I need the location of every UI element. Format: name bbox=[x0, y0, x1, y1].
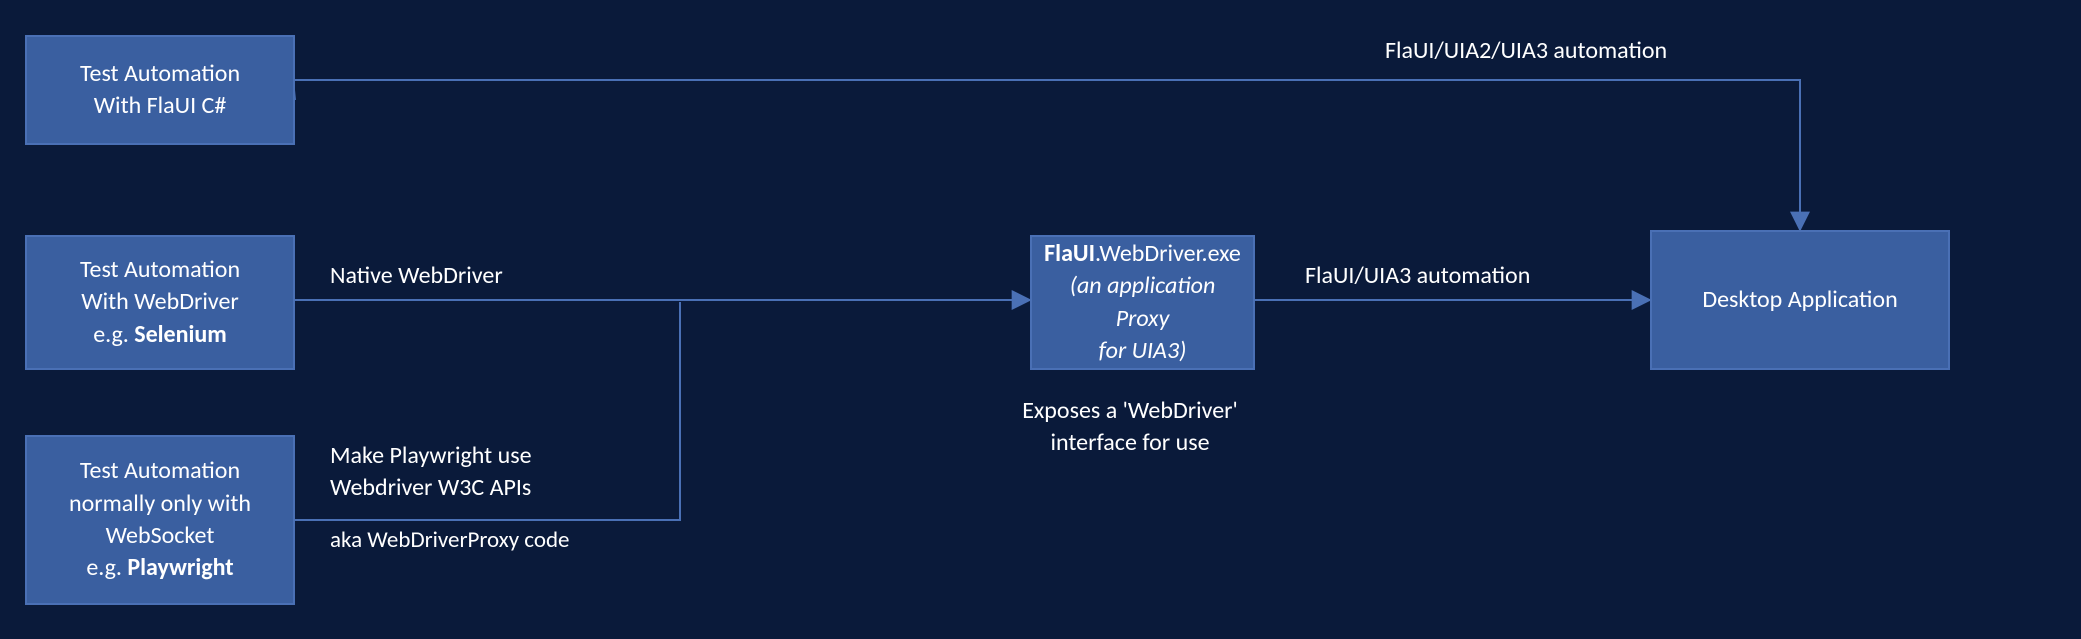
box-proxy-line3: for UIA3) bbox=[1099, 336, 1187, 365]
box-proxy-line2: (an application Proxy bbox=[1070, 271, 1216, 332]
box-proxy-line1-rest: .WebDriver.exe bbox=[1095, 239, 1241, 268]
box-flaui-csharp: Test Automation With FlaUI C# bbox=[25, 35, 295, 145]
box-desktop-app: Desktop Application bbox=[1650, 230, 1950, 370]
box-playwright-line3: WebSocket bbox=[106, 521, 215, 550]
label-pw-line2: Webdriver W3C APIs bbox=[330, 473, 531, 502]
box-playwright: Test Automation normally only with WebSo… bbox=[25, 435, 295, 605]
box-selenium-line3-bold: Selenium bbox=[134, 320, 227, 349]
label-right-edge: FlaUI/UIA3 automation bbox=[1305, 260, 1530, 292]
box-flaui-line2: With FlaUI C# bbox=[94, 91, 227, 120]
label-wdproxy-sub: aka WebDriverProxy code bbox=[330, 525, 570, 556]
box-playwright-line1: Test Automation bbox=[80, 456, 240, 485]
label-exposes-line2: interface for use bbox=[1050, 428, 1209, 457]
box-playwright-line4-bold: Playwright bbox=[127, 553, 233, 582]
box-selenium-line2: With WebDriver bbox=[81, 287, 239, 316]
box-proxy: FlaUI.WebDriver.exe (an application Prox… bbox=[1030, 235, 1255, 370]
box-selenium: Test Automation With WebDriver e.g. Sele… bbox=[25, 235, 295, 370]
label-native-webdriver: Native WebDriver bbox=[330, 260, 503, 292]
box-playwright-line2: normally only with bbox=[69, 489, 251, 518]
box-proxy-line1-bold: FlaUI bbox=[1044, 239, 1095, 268]
box-playwright-line4-prefix: e.g. bbox=[86, 553, 127, 582]
label-pw-line1: Make Playwright use bbox=[330, 441, 532, 470]
box-desktop-text: Desktop Application bbox=[1702, 285, 1897, 314]
label-exposes: Exposes a 'WebDriver' interface for use bbox=[930, 395, 1330, 460]
label-top-edge: FlaUI/UIA2/UIA3 automation bbox=[1385, 35, 1667, 67]
box-flaui-line1: Test Automation bbox=[80, 59, 240, 88]
label-playwright-path: Make Playwright use Webdriver W3C APIs bbox=[330, 440, 532, 505]
box-selenium-line1: Test Automation bbox=[80, 255, 240, 284]
box-selenium-line3-prefix: e.g. bbox=[93, 320, 134, 349]
label-exposes-line1: Exposes a 'WebDriver' bbox=[1022, 396, 1238, 425]
